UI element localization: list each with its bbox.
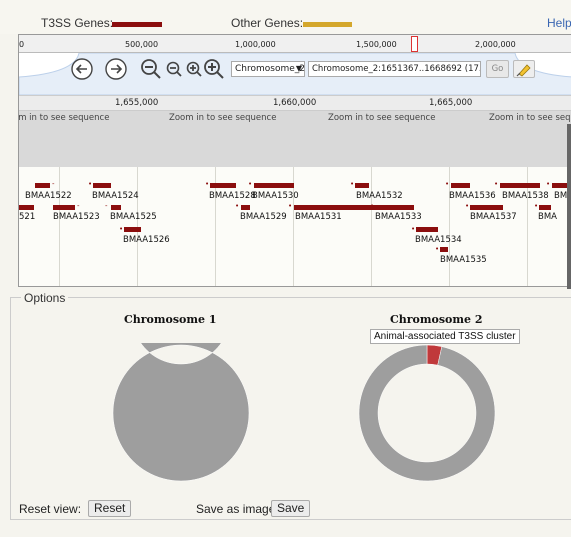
gene-bar-bmaa1523[interactable] xyxy=(53,205,75,210)
gene-bar-bmaa1526[interactable] xyxy=(124,227,141,232)
chromosome-overview[interactable]: 0 500,000 1,000,000 1,500,000 2,000,000 xyxy=(19,35,571,53)
slice-tooltip: Animal-associated T3SS cluster xyxy=(370,329,520,344)
zoom-in-icon[interactable] xyxy=(183,58,205,80)
ruler-tick-label: 1,660,000 xyxy=(273,98,317,108)
back-arrow-icon[interactable] xyxy=(71,58,93,80)
legend-bar: T3SS Genes: Other Genes: Help xyxy=(0,0,571,34)
gene-bar-bmaa1522[interactable] xyxy=(35,183,50,188)
gene-label[interactable]: BMAA1530 xyxy=(252,191,299,201)
go-button[interactable]: Go xyxy=(486,60,509,78)
ruler-tick-label: 1,655,000 xyxy=(115,98,159,108)
ruler-tick-label: 1,665,000 xyxy=(429,98,473,108)
gene-label[interactable]: BMAA1528 xyxy=(209,191,256,201)
overview-tick: 500,000 xyxy=(125,40,159,49)
zoom-hint: Zoom in to see sequence xyxy=(169,113,277,123)
chromosome2-donut-chart[interactable] xyxy=(357,343,497,483)
gene-label[interactable]: BMAA1537 xyxy=(470,212,517,222)
sequence-track: om in to see sequence Zoom in to see seq… xyxy=(19,111,571,167)
gene-label[interactable]: BMAA1531 xyxy=(295,212,342,222)
overview-tick: 2,000,000 xyxy=(475,40,516,49)
overview-tick: 1,000,000 xyxy=(235,40,276,49)
gene-label[interactable]: 521 xyxy=(19,212,35,222)
gene-bar-bmaa1529[interactable] xyxy=(241,205,250,210)
gene-label[interactable]: BMAA1538 xyxy=(502,191,549,201)
gene-bar-bmaa1528[interactable] xyxy=(210,183,236,188)
reset-button[interactable]: Reset xyxy=(88,500,132,517)
t3ss-legend-swatch xyxy=(112,22,162,27)
zoom-hint: Zoom in to see sequ xyxy=(489,113,571,123)
navigation-bar: Chromosome_2 ▼ Chromosome_2:1651367..166… xyxy=(19,53,571,95)
gene-bar-bmaa1534[interactable] xyxy=(416,227,438,232)
other-legend-swatch xyxy=(303,22,352,27)
zoom-out-large-icon[interactable] xyxy=(140,58,162,80)
gene-bar-bmaa1535[interactable] xyxy=(440,247,448,252)
highlighter-icon xyxy=(516,64,531,77)
chromosome1-donut-chart[interactable] xyxy=(111,343,251,483)
gene-label[interactable]: BMAA1532 xyxy=(356,191,403,201)
gene-bar-bmaa1540[interactable] xyxy=(539,205,551,210)
gene-label[interactable]: BMAA1525 xyxy=(110,212,157,222)
reset-view-label: Reset view: xyxy=(19,502,82,516)
gene-bar-bmaa1532[interactable] xyxy=(355,183,369,188)
overview-tick: 1,500,000 xyxy=(356,40,397,49)
options-legend: Options xyxy=(21,291,69,305)
gene-label[interactable]: BMAA1533 xyxy=(375,212,422,222)
save-image-label: Save as image: xyxy=(196,502,279,516)
location-input[interactable]: Chromosome_2:1651367..1668692 (17.33 Kb) xyxy=(308,61,481,77)
donut-slice-other[interactable] xyxy=(358,344,496,482)
zoom-hint: om in to see sequence xyxy=(18,113,110,123)
other-legend-label: Other Genes: xyxy=(231,16,304,30)
donut-slice-other[interactable] xyxy=(112,343,250,482)
gene-bar-bmaa1531[interactable] xyxy=(294,205,382,210)
chevron-down-icon: ▼ xyxy=(295,64,302,73)
gene-label[interactable]: BM xyxy=(554,191,567,201)
overview-position-marker[interactable] xyxy=(411,36,418,52)
gene-label[interactable]: BMAA1536 xyxy=(449,191,496,201)
gene-track: - BMAA1522 521 - BMAA1523 • BMAA1524 - B… xyxy=(19,167,571,286)
highlighter-button[interactable] xyxy=(513,60,535,78)
gene-bar-bmaa1538[interactable] xyxy=(500,183,540,188)
gene-label[interactable]: BMAA1535 xyxy=(440,255,487,265)
vertical-scrollbar[interactable] xyxy=(567,124,571,289)
gene-label[interactable]: BMAA1524 xyxy=(92,191,139,201)
chromosome-select-value: Chromosome_2 xyxy=(235,64,305,74)
gene-bar-bmaa1536[interactable] xyxy=(451,183,470,188)
gene-label[interactable]: BMAA1523 xyxy=(53,212,100,222)
zoom-out-icon[interactable] xyxy=(163,58,185,80)
position-ruler[interactable]: 1,655,000 1,660,000 1,665,000 xyxy=(19,95,571,111)
genome-browser: 0 500,000 1,000,000 1,500,000 2,000,000 xyxy=(18,34,571,287)
zoom-hint: Zoom in to see sequence xyxy=(328,113,436,123)
chromosome1-title: Chromosome 1 xyxy=(124,313,217,326)
gene-bar-bmaa1537[interactable] xyxy=(470,205,503,210)
options-panel: Options Chromosome 1 Chromosome 2 Animal… xyxy=(10,291,571,520)
gene-label[interactable]: BMAA1526 xyxy=(123,235,170,245)
gene-label[interactable]: BMA xyxy=(538,212,557,222)
chromosome2-title: Chromosome 2 xyxy=(390,313,483,326)
gene-label[interactable]: BMAA1522 xyxy=(25,191,72,201)
save-button[interactable]: Save xyxy=(271,500,311,517)
gene-bar-bmaa1525[interactable] xyxy=(111,205,121,210)
chromosome-select[interactable]: Chromosome_2 ▼ xyxy=(231,61,305,77)
gene-bar-bmaa1530[interactable] xyxy=(254,183,294,188)
zoom-in-large-icon[interactable] xyxy=(203,58,225,80)
gene-label[interactable]: BMAA1529 xyxy=(240,212,287,222)
gene-bar-bmaa1524[interactable] xyxy=(93,183,111,188)
gene-bar-bmaa1533[interactable] xyxy=(375,205,414,210)
overview-tick: 0 xyxy=(19,40,25,49)
t3ss-legend-label: T3SS Genes: xyxy=(41,16,114,30)
forward-arrow-icon[interactable] xyxy=(105,58,127,80)
help-link[interactable]: Help xyxy=(547,16,571,30)
gene-bar-bmaa1521[interactable] xyxy=(19,205,34,210)
gene-label[interactable]: BMAA1534 xyxy=(415,235,462,245)
